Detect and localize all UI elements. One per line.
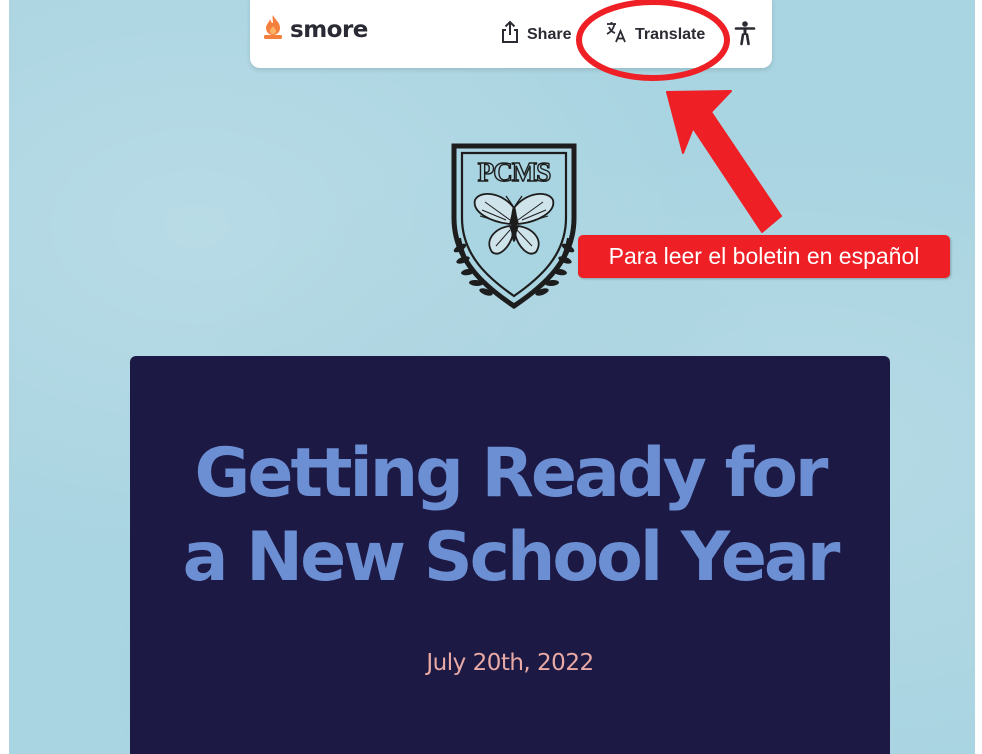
translate-highlight-circle bbox=[576, 0, 730, 81]
annotation-arrow bbox=[666, 90, 782, 233]
spanish-instruction-label: Para leer el boletin en español bbox=[578, 235, 950, 278]
newsletter-title: Getting Ready for a New School Year bbox=[0, 432, 982, 600]
title-line-2: a New School Year bbox=[182, 518, 841, 597]
crest-text: PCMS bbox=[478, 157, 551, 187]
newsletter-page: smore Share Translate Para leer el bolet… bbox=[0, 0, 982, 754]
newsletter-date: July 20th, 2022 bbox=[426, 650, 594, 676]
title-line-1: Getting Ready for bbox=[194, 434, 829, 513]
pcms-crest: PCMS bbox=[440, 140, 588, 321]
